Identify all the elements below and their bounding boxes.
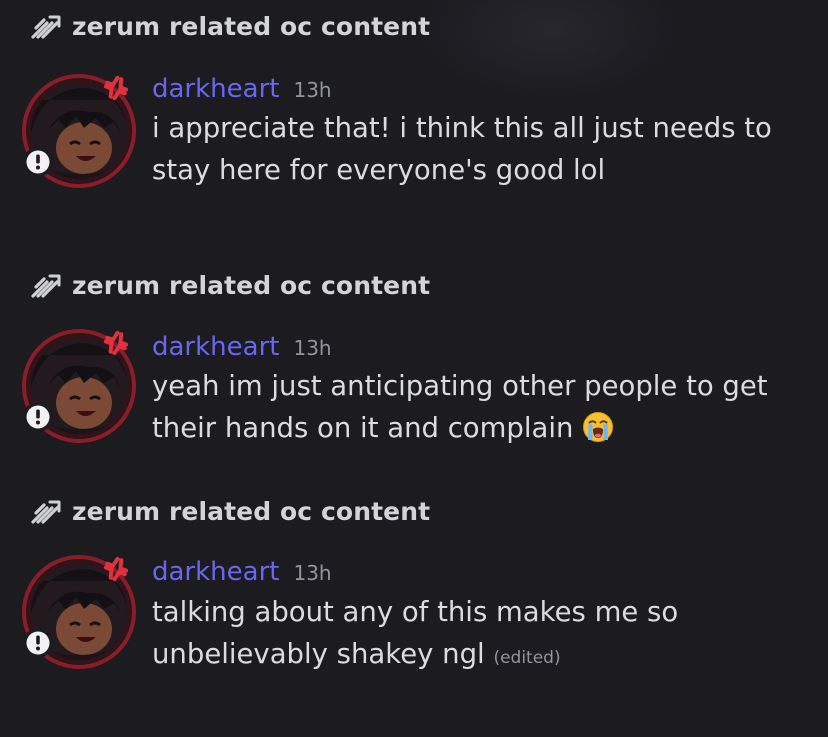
message-line: unbelievably shakey ngl [152, 638, 485, 670]
message-header: darkheart 13h [152, 74, 332, 104]
author-name[interactable]: darkheart [152, 74, 279, 104]
message-line: yeah im just anticipating other people t… [152, 370, 768, 402]
thread-icon [31, 15, 61, 39]
message-line: i appreciate that! i think this all just… [152, 112, 772, 144]
channel-name: zerum related oc content [72, 497, 431, 526]
message-line-with-edited: unbelievably shakey ngl (edited) [152, 633, 792, 679]
channel-name: zerum related oc content [72, 271, 431, 300]
message-line: stay here for everyone's good lol [152, 154, 606, 186]
channel-link[interactable]: zerum related oc content [30, 271, 430, 300]
message-content: i appreciate that! i think this all just… [152, 107, 792, 191]
exclamation-icon [36, 409, 40, 425]
message-content: yeah im just anticipating other people t… [152, 365, 792, 449]
exclamation-icon [36, 154, 40, 170]
exclamation-icon [36, 635, 40, 651]
channel-name: zerum related oc content [72, 12, 431, 41]
author-name[interactable]: darkheart [152, 557, 279, 587]
thread-icon [31, 274, 61, 298]
message-line: talking about any of this makes me so [152, 596, 679, 628]
channel-link[interactable]: zerum related oc content [30, 497, 430, 526]
loudly-crying-face-emoji [582, 411, 614, 443]
message-line-with-emoji: their hands on it and complain [152, 407, 792, 449]
timestamp[interactable]: 13h [293, 78, 331, 102]
background-glow [420, 0, 680, 100]
timestamp[interactable]: 13h [293, 336, 331, 360]
message-header: darkheart 13h [152, 332, 332, 362]
message-line: their hands on it and complain [152, 412, 574, 444]
timestamp[interactable]: 13h [293, 561, 331, 585]
message-header: darkheart 13h [152, 557, 332, 587]
author-name[interactable]: darkheart [152, 332, 279, 362]
avatar[interactable] [18, 325, 140, 447]
avatar[interactable] [18, 70, 140, 192]
message-content: talking about any of this makes me so un… [152, 591, 792, 679]
edited-label: (edited) [493, 648, 561, 668]
thread-icon [31, 500, 61, 524]
avatar[interactable] [18, 551, 140, 673]
channel-link[interactable]: zerum related oc content [30, 12, 430, 41]
